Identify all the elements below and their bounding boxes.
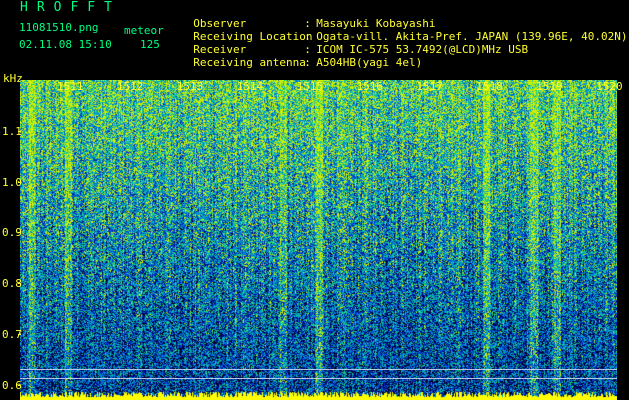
reference-line <box>20 369 617 370</box>
filename: 11081510.png <box>19 21 99 34</box>
y-tick-mark <box>18 232 21 234</box>
y-tick-mark <box>18 283 21 285</box>
app-title: HROFFT <box>20 0 121 15</box>
x-tick-label: 1516 <box>356 80 384 93</box>
spectrogram-canvas <box>20 80 617 400</box>
y-tick-mark <box>18 130 21 132</box>
meteor-count: 125 <box>140 38 160 51</box>
x-tick-label: 1512 <box>116 80 144 93</box>
info-value: A504HB(yagi 4el) <box>316 56 423 69</box>
y-tick-mark <box>18 181 21 183</box>
info-sep: : <box>304 56 311 69</box>
x-tick-label: 1515 <box>296 80 324 93</box>
reference-line <box>20 378 617 379</box>
x-tick-label: 1520 <box>596 80 623 93</box>
info-key: Receiving antenna <box>193 56 306 69</box>
datetime: 02.11.08 15:10 <box>19 38 112 51</box>
x-tick-label: 1514 <box>236 80 264 93</box>
x-tick-label: 1517 <box>416 80 443 93</box>
y-tick-mark <box>18 384 21 386</box>
station-info-antenna: Receiving antenna: A504HB(yagi 4el) <box>180 43 422 69</box>
x-tick-label: 1511 <box>57 80 84 93</box>
x-tick-label: 1518 <box>476 80 503 93</box>
x-tick-label: 1519 <box>536 80 563 93</box>
right-margin <box>617 80 629 400</box>
meteor-label: meteor <box>124 24 164 37</box>
x-tick-label: 1513 <box>176 80 204 93</box>
spectrogram <box>20 80 617 400</box>
y-tick-mark <box>18 333 21 335</box>
